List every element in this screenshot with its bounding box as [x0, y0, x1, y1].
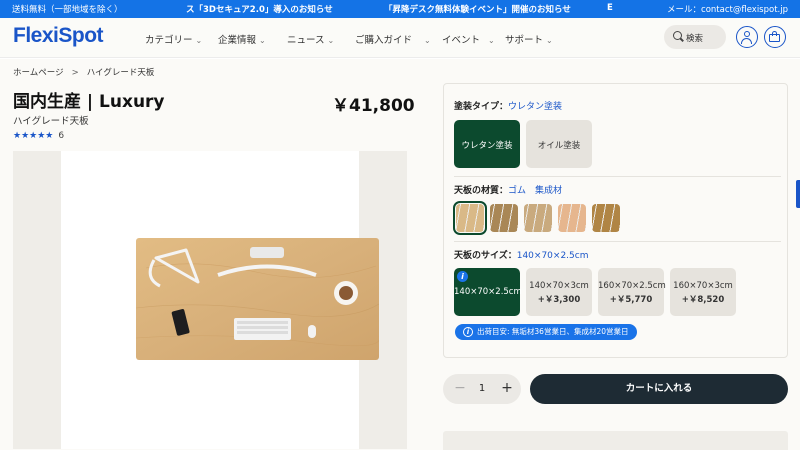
- nav-item-label: 企業情報: [218, 35, 257, 46]
- size-label-text: 天板のサイズ：: [454, 251, 517, 261]
- breadcrumb-current: ハイグレード天板: [86, 68, 155, 78]
- user-icon-body: [741, 38, 752, 44]
- product-title: 国内生産 | Luxury: [13, 92, 165, 112]
- announcement-contact-email[interactable]: メール：contact@flexispot.jp: [667, 3, 788, 15]
- site-header: FlexiSpot カテゴリー ⌄ 企業情報 ⌄ ニュース ⌄ ご購入ガイド ⌄ イベン…: [0, 18, 800, 58]
- product-subtitle: ハイグレード天板: [13, 116, 89, 127]
- nav-item-label: カテゴリー: [145, 35, 193, 46]
- nav-item-label: イベント: [442, 35, 481, 46]
- material-swatch[interactable]: [558, 204, 586, 232]
- nav-item-label: サポート: [505, 35, 544, 46]
- account-button[interactable]: [736, 26, 758, 48]
- rating-stars-icon: ★★★★★: [13, 131, 54, 141]
- option-extra-price: +￥8,520: [681, 295, 725, 305]
- option-extra-price: +￥5,770: [609, 295, 653, 305]
- divider: [454, 241, 781, 242]
- announcement-truncated[interactable]: E: [607, 3, 613, 13]
- nav-item-event[interactable]: イベント ⌄: [442, 32, 495, 46]
- nav-item-label: ご購入ガイド: [355, 35, 413, 46]
- size-value: 140×70×2.5cm: [516, 251, 589, 261]
- nav-item-purchase-guide[interactable]: ご購入ガイド ⌄: [355, 32, 431, 46]
- quantity-decrease-button[interactable]: −: [452, 379, 468, 397]
- product-price: ￥41,800: [332, 96, 415, 116]
- review-count: 6: [58, 131, 65, 141]
- option-extra-price: +￥3,300: [537, 295, 581, 305]
- size-option-140x70x2-5[interactable]: i 140×70×2.5cm: [454, 268, 522, 316]
- search-button[interactable]: 検索: [664, 25, 726, 49]
- chevron-down-icon: ⌄: [488, 36, 495, 45]
- chevron-down-icon: ⌄: [259, 36, 266, 45]
- options-panel: 塗装タイプ：ウレタン塗装 ウレタン塗装 オイル塗装 天板の材質：ゴム 集成材 天…: [443, 83, 788, 358]
- nav-item-company[interactable]: 企業情報 ⌄: [218, 32, 266, 46]
- product-page: ホームページ > ハイグレード天板 国内生産 | Luxury ￥41,800 ハイ…: [0, 59, 800, 450]
- side-feedback-tab[interactable]: [796, 180, 800, 208]
- announcement-bar: 送料無料（一部地域を除く） ス「3Dセキュア2.0」導入のお知らせ 「昇降デスク…: [0, 0, 800, 18]
- chevron-down-icon: ⌄: [424, 36, 431, 45]
- material-label: 天板の材質：ゴム 集成材: [454, 183, 562, 196]
- material-label-text: 天板の材質：: [454, 186, 509, 196]
- search-label: 検索: [686, 34, 704, 44]
- product-rating[interactable]: ★★★★★ 6: [13, 131, 64, 141]
- chevron-down-icon: ⌄: [327, 36, 335, 45]
- announcement-3d-secure[interactable]: ス「3Dセキュア2.0」導入のお知らせ: [186, 3, 333, 15]
- nav-item-support[interactable]: サポート ⌄: [505, 32, 553, 46]
- info-icon: i: [463, 327, 473, 337]
- cart-button[interactable]: [764, 26, 786, 48]
- size-option-160x70x2-5[interactable]: 160×70×2.5cm +￥5,770: [598, 268, 666, 316]
- option-label: 160×70×2.5cm: [598, 281, 666, 291]
- finish-option-oil[interactable]: オイル塗装: [526, 120, 592, 168]
- shipping-estimate-badge: i 出荷目安: 無垢材36営業日、集成材20営業日: [455, 324, 637, 340]
- size-option-160x70x3[interactable]: 160×70×3cm +￥8,520: [670, 268, 736, 316]
- breadcrumb: ホームページ > ハイグレード天板: [13, 66, 154, 78]
- divider: [454, 176, 781, 177]
- product-image[interactable]: [61, 151, 379, 449]
- option-label: オイル塗装: [537, 141, 581, 151]
- quantity-stepper: − 1 +: [443, 374, 521, 404]
- chevron-down-icon: ⌄: [546, 36, 553, 45]
- material-swatch[interactable]: [453, 201, 487, 235]
- breadcrumb-home[interactable]: ホームページ: [13, 68, 64, 78]
- size-label: 天板のサイズ：140×70×2.5cm: [454, 248, 588, 261]
- quantity-increase-button[interactable]: +: [499, 379, 515, 397]
- info-icon: i: [457, 271, 468, 282]
- option-label: ウレタン塗装: [461, 141, 513, 151]
- size-option-140x70x3[interactable]: 140×70×3cm +￥3,300: [526, 268, 592, 316]
- quantity-value[interactable]: 1: [475, 383, 489, 394]
- finish-label: 塗装タイプ：ウレタン塗装: [454, 99, 562, 112]
- finish-label-text: 塗装タイプ：: [454, 102, 509, 112]
- user-icon: [743, 31, 750, 37]
- announcement-free-shipping[interactable]: 送料無料（一部地域を除く）: [12, 3, 123, 15]
- option-label: 140×70×3cm: [529, 281, 589, 291]
- desk-top-photo: [136, 238, 379, 360]
- material-swatch[interactable]: [490, 204, 518, 232]
- material-swatch[interactable]: [592, 204, 620, 232]
- product-gallery: [13, 151, 407, 449]
- material-value: ゴム 集成材: [508, 186, 563, 196]
- announcement-event[interactable]: 「昇降デスク無料体験イベント」開催のお知らせ: [384, 3, 571, 15]
- site-logo[interactable]: FlexiSpot: [13, 24, 104, 48]
- option-label: 160×70×3cm: [673, 281, 733, 291]
- chevron-down-icon: ⌄: [195, 36, 203, 45]
- breadcrumb-separator: >: [71, 68, 79, 78]
- nav-item-label: ニュース: [287, 35, 325, 46]
- search-icon: [673, 31, 682, 40]
- shipping-estimate-text: 出荷目安: 無垢材36営業日、集成材20営業日: [477, 327, 629, 336]
- option-label: 140×70×2.5cm: [454, 287, 522, 297]
- nav-item-category[interactable]: カテゴリー ⌄: [145, 32, 202, 46]
- nav-item-news[interactable]: ニュース ⌄: [287, 32, 334, 46]
- lower-info-box: [443, 431, 788, 450]
- cart-icon: [769, 34, 780, 42]
- finish-option-urethane[interactable]: ウレタン塗装: [454, 120, 520, 168]
- material-swatch[interactable]: [524, 204, 552, 232]
- finish-value: ウレタン塗装: [508, 102, 563, 112]
- add-to-cart-button[interactable]: カートに入れる: [530, 374, 788, 404]
